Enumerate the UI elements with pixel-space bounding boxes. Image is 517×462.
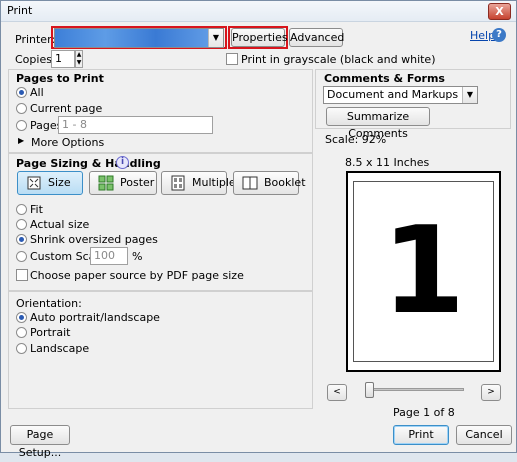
page-slider-track[interactable] [365, 388, 464, 391]
radio-all-label: All [30, 86, 44, 99]
scale-text: Scale: 92% [325, 133, 387, 146]
expand-triangle-icon[interactable]: ▶ [18, 136, 24, 145]
mode-size-button[interactable]: Size [17, 171, 83, 195]
preview-page: 1 [353, 181, 494, 362]
pages-range-input[interactable]: 1 - 8 [58, 116, 213, 134]
copies-label: Copies: [15, 53, 56, 66]
close-button[interactable]: X [488, 3, 511, 20]
mode-booklet-button[interactable]: Booklet [233, 171, 306, 195]
radio-portrait-label: Portrait [30, 326, 71, 339]
page-setup-button[interactable]: Page Setup... [10, 425, 70, 459]
orientation-title: Orientation: [16, 297, 82, 310]
radio-portrait[interactable] [16, 327, 27, 338]
radio-actual-size-label: Actual size [30, 218, 90, 231]
preview-page-number: 1 [381, 202, 466, 341]
mode-booklet-label: Booklet [264, 176, 306, 189]
booklet-icon [242, 176, 258, 190]
radio-pages[interactable] [16, 120, 27, 131]
next-page-button[interactable]: > [481, 384, 501, 401]
cancel-button[interactable]: Cancel [456, 425, 512, 445]
grayscale-checkbox[interactable] [226, 53, 238, 65]
radio-actual-size[interactable] [16, 219, 27, 230]
radio-fit-label: Fit [30, 203, 43, 216]
radio-custom-scale[interactable] [16, 251, 27, 262]
copies-input[interactable]: 1 [51, 50, 75, 68]
poster-icon [98, 175, 114, 191]
more-options-link[interactable]: More Options [31, 136, 104, 149]
percent-label: % [132, 250, 143, 263]
radio-current-page[interactable] [16, 103, 27, 114]
paper-size-text: 8.5 x 11 Inches [345, 156, 430, 169]
multiple-icon [171, 175, 185, 191]
mode-multiple-button[interactable]: Multiple [161, 171, 236, 195]
page-sizing-title: Page Sizing & Handling [16, 157, 161, 170]
radio-fit[interactable] [16, 204, 27, 215]
custom-scale-input[interactable]: 100 [90, 247, 128, 265]
comments-forms-select[interactable]: Document and Markups ▼ [323, 86, 478, 104]
preview-frame: 1 [346, 171, 501, 372]
radio-current-page-label: Current page [30, 102, 103, 115]
radio-shrink-oversized-label: Shrink oversized pages [30, 233, 158, 246]
paper-source-checkbox[interactable] [16, 269, 28, 281]
properties-button[interactable]: Properties [231, 28, 288, 47]
grayscale-label: Print in grayscale (black and white) [241, 53, 436, 66]
paper-source-label: Choose paper source by PDF page size [30, 269, 244, 282]
comments-forms-value: Document and Markups [327, 88, 459, 101]
summarize-comments-button[interactable]: Summarize Comments [326, 107, 430, 140]
copies-stepper[interactable]: ▲ ▼ [75, 50, 83, 68]
pages-to-print-title: Pages to Print [16, 72, 104, 85]
radio-all[interactable] [16, 87, 27, 98]
radio-auto-orientation-label: Auto portrait/landscape [30, 311, 160, 324]
radio-landscape[interactable] [16, 343, 27, 354]
mode-poster-label: Poster [120, 176, 155, 189]
page-slider-thumb[interactable] [365, 382, 374, 398]
mode-size-label: Size [48, 176, 71, 189]
page-indicator: Page 1 of 8 [393, 406, 455, 419]
radio-auto-orientation[interactable] [16, 312, 27, 323]
printer-select[interactable]: ▼ [54, 28, 224, 48]
comments-forms-title: Comments & Forms [324, 72, 445, 85]
chevron-down-icon[interactable]: ▼ [462, 87, 477, 103]
advanced-button[interactable]: Advanced [289, 28, 344, 47]
prev-page-button[interactable]: < [327, 384, 347, 401]
printer-label: Printer: [15, 33, 56, 46]
title-bar: Print X [1, 1, 516, 22]
help-icon[interactable]: ? [492, 28, 506, 42]
mode-multiple-label: Multiple [192, 176, 236, 189]
radio-landscape-label: Landscape [30, 342, 90, 355]
size-icon [27, 176, 41, 190]
window-title: Print [7, 4, 33, 17]
print-button[interactable]: Print [393, 425, 449, 445]
info-icon[interactable]: i [116, 156, 129, 169]
print-dialog: Print X Printer: ▼ Properties Advanced H… [0, 0, 517, 459]
mode-poster-button[interactable]: Poster [89, 171, 157, 195]
radio-shrink-oversized[interactable] [16, 234, 27, 245]
chevron-down-icon[interactable]: ▼ [208, 29, 223, 47]
